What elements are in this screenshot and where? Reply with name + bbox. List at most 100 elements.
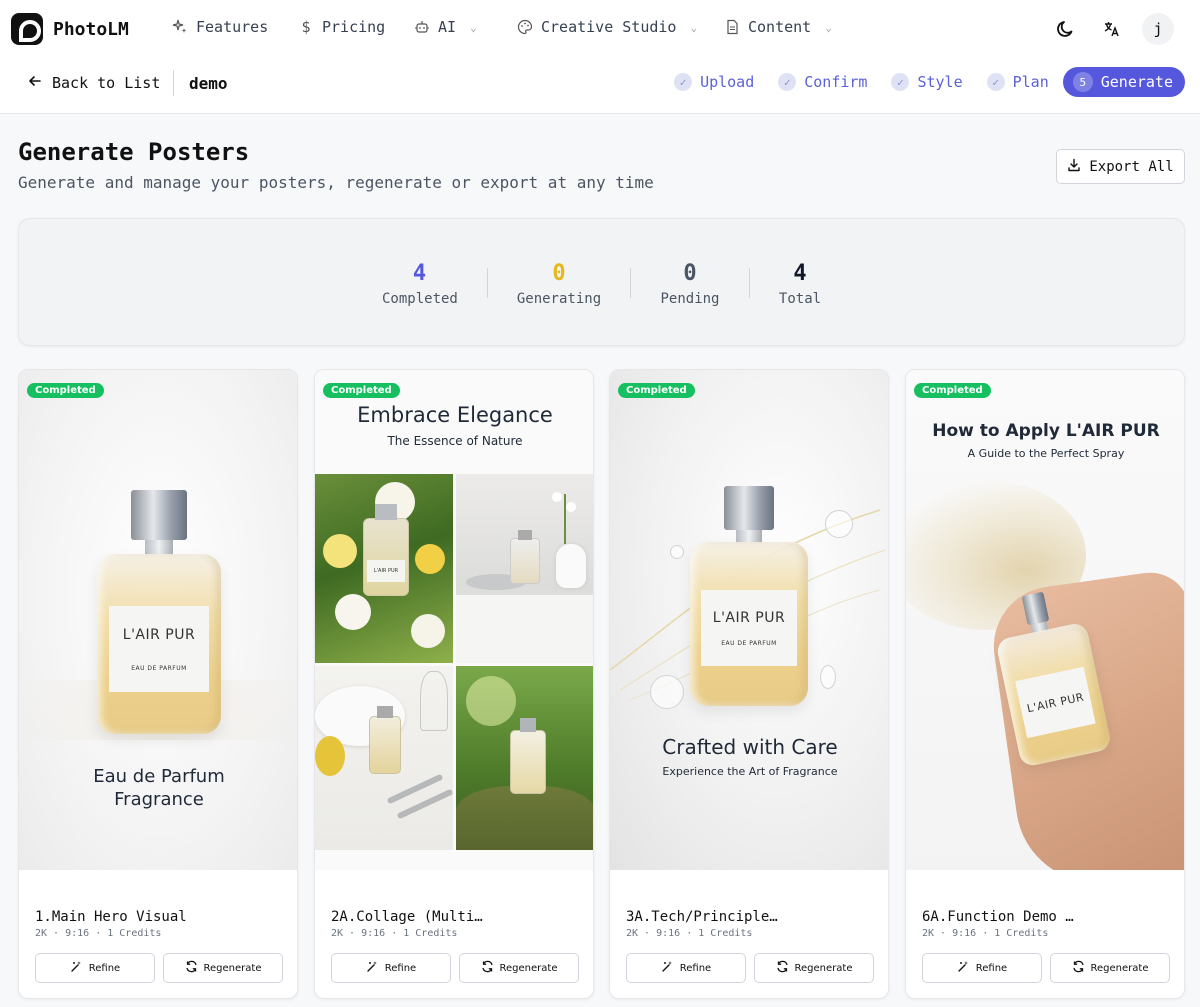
language-switch-button[interactable] [1096,13,1128,45]
dollar-icon: $ [301,18,311,36]
refine-button[interactable]: Refine [35,953,155,983]
step-upload[interactable]: ✓ Upload [664,67,764,97]
nav-pricing-label: Pricing [322,18,386,36]
stat-value: 0 [552,261,566,286]
status-badge: Completed [323,383,400,398]
magic-wand-icon [957,960,970,976]
stat-total: 4 Total [777,261,823,307]
card-title: 2A.Collage (Multi… [331,909,483,925]
nav-creative-studio-label: Creative Studio [541,18,677,36]
poster-image[interactable]: Completed How to Apply L'AIR PUR A Guide… [906,370,1184,870]
poster-image[interactable]: Completed L'AIR PUR EAU DE PARFUM Eau de… [19,370,297,870]
dark-mode-toggle[interactable] [1050,13,1082,45]
regenerate-label: Regenerate [1090,962,1149,974]
poster-subheadline: Experience the Art of Fragrance [662,765,838,778]
nav-ai[interactable]: AI ⌄ [414,18,477,36]
poster-image[interactable]: Completed L'AIR PUR EAU DE PARFUM Crafte… [610,370,888,870]
back-to-list-label: Back to List [52,74,161,92]
stat-label: Total [778,291,822,307]
stat-divider [487,268,488,298]
check-icon: ✓ [778,73,797,91]
status-badge: Completed [27,383,104,398]
step-label: Generate [1100,73,1173,91]
nav-features[interactable]: Features [172,18,268,36]
regenerate-button[interactable]: Regenerate [459,953,579,983]
card-meta: 2K · 9:16 · 1 Credits [331,928,458,939]
refine-button[interactable]: Refine [331,953,451,983]
logo-text: PhotoLM [53,18,129,40]
nav-ai-label: AI [438,18,457,36]
refine-label: Refine [384,962,417,974]
collage-photo-flowers: L'AIR PUR [315,474,453,663]
stat-completed: 4 Completed [382,261,458,307]
refine-button[interactable]: Refine [626,953,746,983]
document-icon [724,19,740,35]
collage-photo-dining [315,666,453,850]
card-title: 6A.Function Demo … [922,909,1074,925]
nav-content-label: Content [748,18,812,36]
bottle-subtitle: EAU DE PARFUM [131,664,187,672]
logo[interactable]: PhotoLM [11,13,129,45]
bottle-brand: L'AIR PUR [1025,690,1086,715]
poster-headline: How to Apply L'AIR PUR [932,421,1160,441]
robot-icon [414,19,430,35]
top-navbar: PhotoLM Features $ Pricing AI ⌄ Creative… [0,0,1200,58]
back-to-list-button[interactable]: Back to List [28,74,160,92]
step-plan[interactable]: ✓ Plan [977,67,1059,97]
refine-button[interactable]: Refine [922,953,1042,983]
card-meta: 2K · 9:16 · 1 Credits [626,928,753,939]
bottle-brand: L'AIR PUR [712,609,786,626]
step-confirm[interactable]: ✓ Confirm [768,67,877,97]
poster-headline: Crafted with Care [662,735,838,759]
refresh-icon [776,960,789,976]
project-name: demo [189,74,228,93]
step-generate[interactable]: 5 Generate [1062,67,1185,97]
magic-wand-icon [366,960,379,976]
water-droplet [650,675,684,709]
step-style[interactable]: ✓ Style [881,67,972,97]
status-badge: Completed [914,383,991,398]
card-title: 1.Main Hero Visual [35,909,187,925]
card-title: 3A.Tech/Principle… [626,909,778,925]
water-droplet [670,545,684,559]
chevron-down-icon: ⌄ [690,20,698,34]
stat-value: 0 [683,261,697,286]
nav-pricing[interactable]: $ Pricing [298,18,385,36]
collage-photo-forest [456,666,593,850]
regenerate-button[interactable]: Regenerate [754,953,874,983]
water-droplet [820,665,836,689]
magic-wand-icon [661,960,674,976]
stat-label: Generating [516,291,602,307]
card-meta: 2K · 9:16 · 1 Credits [35,928,162,939]
step-label: Confirm [804,73,868,91]
nav-creative-studio[interactable]: Creative Studio ⌄ [517,18,697,36]
workflow-stepper: ✓ Upload ✓ Confirm ✓ Style ✓ Plan 5 Gene… [664,67,1185,97]
regenerate-button[interactable]: Regenerate [163,953,283,983]
check-icon: ✓ [891,73,910,91]
nav-content[interactable]: Content ⌄ [724,18,832,36]
regenerate-button[interactable]: Regenerate [1050,953,1170,983]
bottle-brand: L'AIR PUR [122,626,196,643]
bottle-subtitle: EAU DE PARFUM [721,639,777,647]
step-label: Style [917,73,963,91]
refresh-icon [185,960,198,976]
sparkles-icon [172,19,188,35]
chevron-down-icon: ⌄ [825,20,832,34]
poster-headline: Embrace Elegance [357,403,553,427]
water-droplet [825,510,853,538]
project-header: Back to List demo ✓ Upload ✓ Confirm ✓ S… [0,58,1200,114]
poster-image[interactable]: Completed Embrace Elegance The Essence o… [315,370,593,870]
stat-divider [630,268,631,298]
magic-wand-icon [70,960,83,976]
stat-label: Pending [660,291,720,307]
user-avatar[interactable]: j [1142,13,1174,45]
step-number: 5 [1072,72,1093,92]
page-subtitle: Generate and manage your posters, regene… [18,173,654,192]
poster-headline-line1: Eau de Parfum [93,766,225,787]
regenerate-label: Regenerate [203,962,262,974]
step-label: Upload [700,73,755,91]
export-all-button[interactable]: Export All [1056,149,1185,184]
poster-subheadline: The Essence of Nature [387,434,523,448]
stat-label: Completed [382,291,458,307]
card-meta: 2K · 9:16 · 1 Credits [922,928,1049,939]
